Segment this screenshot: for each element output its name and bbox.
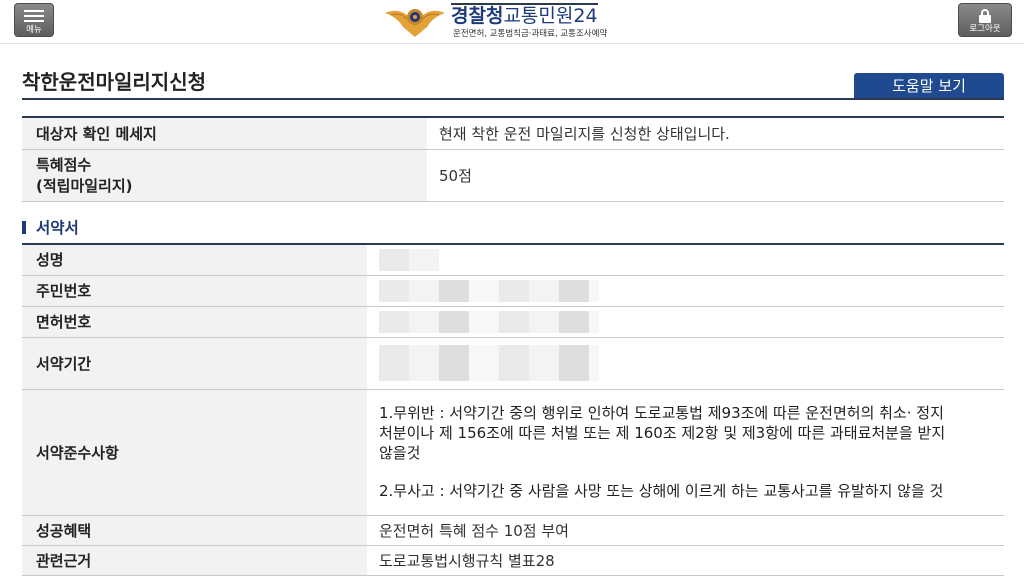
title-divider bbox=[22, 98, 1004, 100]
brand-subtitle: 운전면허, 교통범칙금·과태료, 교통조사예약 bbox=[453, 29, 608, 39]
bonus-points-label-line2: (적립마일리지) bbox=[36, 177, 133, 195]
license-value-redacted bbox=[367, 306, 1004, 338]
table-row: 서약준수사항 1.무위반 : 서약기간 중의 행위로 인하여 도로교통법 제93… bbox=[22, 389, 1004, 516]
bonus-points-label-line1: 특혜점수 bbox=[36, 156, 92, 174]
hamburger-icon bbox=[24, 10, 44, 22]
status-message-label: 대상자 확인 메세지 bbox=[22, 117, 427, 150]
help-button[interactable]: 도움말 보기 bbox=[854, 73, 1004, 99]
table-row: 성공혜택 운전면허 특혜 점수 10점 부여 bbox=[22, 515, 1004, 546]
compliance-clause-2: 2.무사고 : 서약기간 중 사람을 사망 또는 상해에 이르게 하는 교통사고… bbox=[379, 482, 944, 500]
bonus-points-label: 특혜점수 (적립마일리지) bbox=[22, 149, 427, 202]
rrn-label: 주민번호 bbox=[22, 275, 367, 307]
site-logo[interactable]: 경찰청교통민원24 운전면허, 교통범칙금·과태료, 교통조사예약 bbox=[383, 3, 645, 39]
section-title: 서약서 bbox=[22, 216, 79, 238]
status-message-value: 현재 착한 운전 마일리지를 신청한 상태입니다. bbox=[427, 117, 1004, 150]
bonus-points-value: 50점 bbox=[427, 149, 1004, 202]
logout-label: 로그아웃 bbox=[969, 24, 1001, 34]
brand-title: 경찰청교통민원24 bbox=[451, 3, 598, 27]
benefit-value: 운전면허 특혜 점수 10점 부여 bbox=[367, 515, 1004, 546]
name-label: 성명 bbox=[22, 244, 367, 276]
table-row: 서약기간 bbox=[22, 337, 1004, 390]
basis-label: 관련근거 bbox=[22, 545, 367, 576]
pledge-table: 성명 주민번호 면허번호 서약기간 서약준수사항 1.무위반 : 서약기간 중의… bbox=[22, 243, 1004, 576]
redacted-block bbox=[379, 279, 599, 302]
table-row: 대상자 확인 메세지 현재 착한 운전 마일리지를 신청한 상태입니다. bbox=[22, 117, 1004, 150]
table-row: 주민번호 bbox=[22, 275, 1004, 307]
app-header: 메뉴 경찰청교통민원24 운전면허, 교통범칙금·과태료, 교통조사예약 로그아… bbox=[0, 0, 1024, 44]
period-label: 서약기간 bbox=[22, 337, 367, 390]
police-emblem-icon bbox=[385, 9, 445, 37]
compliance-value: 1.무위반 : 서약기간 중의 행위로 인하여 도로교통법 제93조에 따른 운… bbox=[367, 389, 1004, 516]
page-title: 착한운전마일리지신청 bbox=[22, 70, 206, 94]
table-row: 면허번호 bbox=[22, 306, 1004, 338]
rrn-value-redacted bbox=[367, 275, 1004, 307]
benefit-label: 성공혜택 bbox=[22, 515, 367, 546]
brand-service: 교통민원24 bbox=[503, 3, 598, 27]
menu-label: 메뉴 bbox=[26, 25, 42, 35]
compliance-clause-1: 1.무위반 : 서약기간 중의 행위로 인하여 도로교통법 제93조에 따른 운… bbox=[379, 404, 946, 462]
section-marker-icon bbox=[22, 221, 26, 234]
redacted-block bbox=[379, 345, 599, 381]
lock-icon bbox=[978, 9, 992, 23]
table-row: 성명 bbox=[22, 244, 1004, 276]
compliance-label: 서약준수사항 bbox=[22, 389, 367, 516]
menu-button[interactable]: 메뉴 bbox=[14, 3, 54, 37]
redacted-block bbox=[379, 248, 439, 271]
period-value-redacted bbox=[367, 337, 1004, 390]
section-title-text: 서약서 bbox=[36, 219, 79, 237]
basis-value: 도로교통법시행규칙 별표28 bbox=[367, 545, 1004, 576]
license-label: 면허번호 bbox=[22, 306, 367, 338]
brand-main: 경찰청 bbox=[451, 3, 504, 27]
redacted-block bbox=[379, 310, 599, 333]
status-table: 대상자 확인 메세지 현재 착한 운전 마일리지를 신청한 상태입니다. 특혜점… bbox=[22, 116, 1004, 202]
logout-button[interactable]: 로그아웃 bbox=[958, 3, 1012, 37]
table-row: 특혜점수 (적립마일리지) 50점 bbox=[22, 149, 1004, 202]
name-value-redacted bbox=[367, 244, 1004, 276]
table-row: 관련근거 도로교통법시행규칙 별표28 bbox=[22, 545, 1004, 576]
